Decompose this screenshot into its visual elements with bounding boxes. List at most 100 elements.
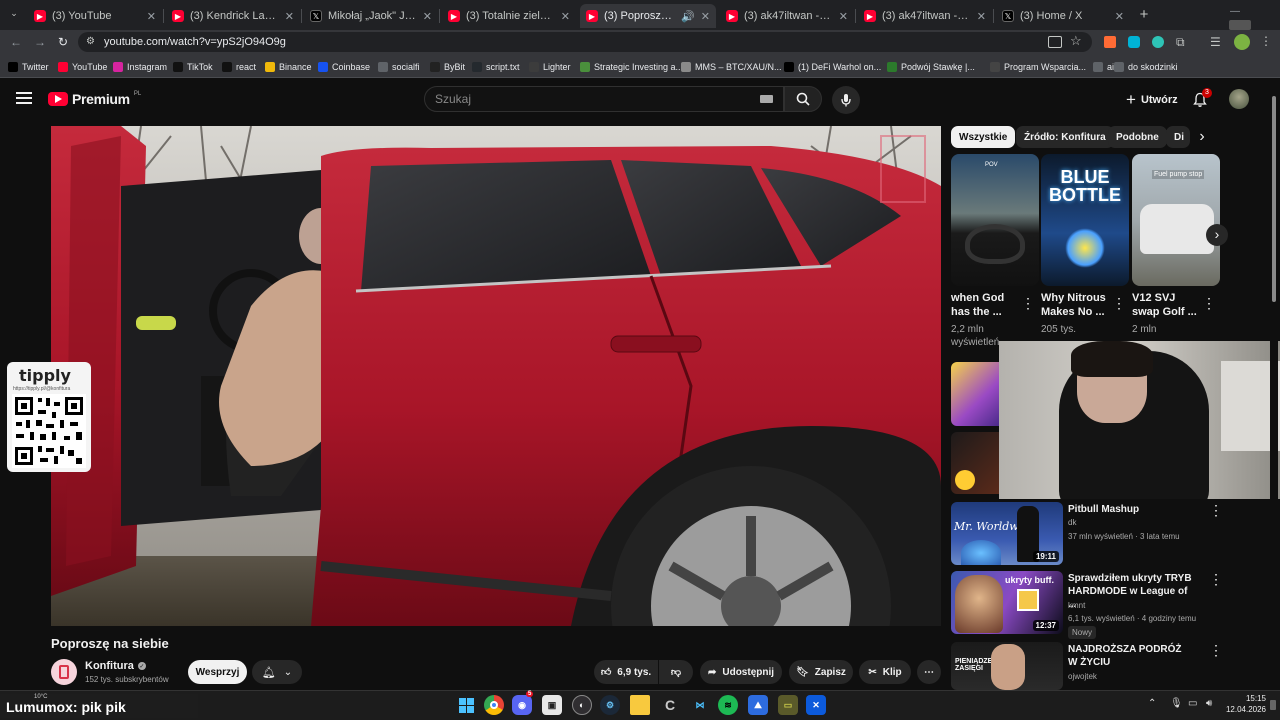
notification-center-icon[interactable] — [1270, 700, 1276, 710]
video-channel[interactable]: dk — [1068, 518, 1076, 527]
page-scrollbar[interactable] — [1270, 84, 1278, 688]
tab-ak47-youtube[interactable]: ▶ (3) ak47iltwan - YouTube ✕ — [720, 4, 854, 28]
search-input[interactable]: Szukaj — [424, 86, 784, 112]
video-menu-icon[interactable]: ⋮ — [1209, 503, 1223, 517]
video-thumbnail[interactable]: Mr. Worldwide 19:11 — [951, 502, 1063, 565]
like-button[interactable]: 👍︎ 6,9 tys. — [594, 660, 658, 684]
close-icon[interactable]: ✕ — [701, 10, 710, 23]
hamburger-menu-icon[interactable] — [16, 92, 32, 104]
tab-kursant[interactable]: ▶ (3) Totalnie zielony kursan ✕ — [442, 4, 576, 28]
short-menu-icon[interactable]: ⋮ — [1202, 296, 1216, 310]
bookmark-item[interactable]: Instagram — [113, 60, 167, 74]
close-icon[interactable]: ✕ — [423, 10, 432, 23]
video-thumbnail[interactable] — [951, 362, 999, 426]
channel-name[interactable]: Konfitura ✓ — [85, 660, 146, 672]
short-thumbnail[interactable]: POV — [951, 154, 1039, 286]
tab-ak47-gry[interactable]: ▶ (3) ak47iltwan - gry jeja l ✕ — [858, 4, 992, 28]
subscribe-notifications-button[interactable]: 🔔︎ ⌄ — [252, 660, 302, 684]
obs-icon[interactable]: ◐ — [572, 695, 592, 715]
bookmark-item[interactable]: do skodzinki — [1114, 60, 1178, 74]
network-app-icon[interactable]: ⋈ — [690, 695, 710, 715]
share-button[interactable]: ➦ Udostępnij — [700, 660, 782, 684]
video-title-link[interactable]: Pitbull Mashup — [1068, 503, 1198, 516]
app-icon[interactable]: ▣ — [542, 695, 562, 715]
menu-icon[interactable]: ⋮ — [1260, 34, 1272, 48]
tab-jaok[interactable]: 𝕏 Mikołaj „Jaok" Janusz ✕ — [304, 4, 438, 28]
chip-similar[interactable]: Podobne — [1108, 126, 1167, 148]
bookmark-item[interactable]: TikTok — [173, 60, 213, 74]
close-icon[interactable]: ✕ — [285, 10, 294, 23]
short-title[interactable]: when God has the ... — [951, 291, 1023, 319]
microphone-icon[interactable]: 🎙︎ — [1170, 698, 1183, 709]
short-menu-icon[interactable]: ⋮ — [1021, 296, 1035, 310]
short-thumbnail[interactable]: BLUE BOTTLE — [1041, 154, 1129, 286]
cursor-app-icon[interactable]: C — [660, 695, 680, 715]
spotify-icon[interactable]: ≋ — [718, 695, 738, 715]
tab-kendrick[interactable]: ▶ (3) Kendrick Lamar - King ✕ — [166, 4, 300, 28]
scrollbar-thumb[interactable] — [1272, 96, 1276, 302]
video-channel[interactable]: ojwojtek — [1068, 672, 1097, 681]
short-thumbnail[interactable]: Fuel pump stop — [1132, 154, 1220, 286]
chip-all[interactable]: Wszystkie — [951, 126, 1016, 148]
tab-poprosze-active[interactable]: ▶ (3) Poproszę na siebie 🔊 ✕ — [580, 4, 716, 28]
bookmark-item[interactable]: socialfi — [378, 60, 420, 74]
new-tab-button[interactable]: + — [1136, 6, 1152, 23]
file-explorer-icon[interactable] — [630, 695, 650, 715]
chip-source-konfitura[interactable]: Źródło: Konfitura — [1016, 126, 1114, 148]
support-button[interactable]: Wesprzyj — [188, 660, 247, 684]
reload-icon[interactable]: ↻ — [55, 34, 71, 50]
close-icon[interactable]: ✕ — [839, 10, 848, 23]
bookmark-item[interactable]: Binance — [265, 60, 312, 74]
speaker-icon[interactable]: 🔊 — [681, 10, 695, 23]
extension-icon[interactable] — [1152, 36, 1164, 48]
extension-icon[interactable] — [1104, 36, 1116, 48]
short-menu-icon[interactable]: ⋮ — [1112, 296, 1126, 310]
voice-search-button[interactable] — [832, 86, 860, 114]
video-channel[interactable]: kmnt — [1068, 601, 1085, 610]
terminal-app-icon[interactable]: ▭ — [778, 695, 798, 715]
tab-x-home[interactable]: 𝕏 (3) Home / X ✕ — [996, 4, 1130, 28]
chrome-icon[interactable] — [484, 695, 504, 715]
create-button[interactable]: + Utwórz — [1116, 88, 1188, 112]
extension-icon[interactable] — [1128, 36, 1140, 48]
close-icon[interactable]: ✕ — [977, 10, 986, 23]
video-thumbnail[interactable]: PIENIĄDZE ZASIĘGI — [951, 642, 1063, 690]
bookmark-item[interactable]: ai — [1093, 60, 1114, 74]
media-app-icon[interactable]: ⛰ — [748, 695, 768, 715]
bookmark-item[interactable]: script.txt — [472, 60, 520, 74]
notifications-button[interactable]: 3 — [1191, 88, 1212, 108]
windows-start-icon[interactable] — [456, 695, 476, 715]
steam-icon[interactable]: ⚙ — [600, 695, 620, 715]
bookmark-item[interactable]: MMS – BTC/XAU/N... — [681, 60, 782, 74]
bookmark-item[interactable]: Twitter — [8, 60, 49, 74]
save-button[interactable]: 🔖︎ Zapisz — [789, 660, 853, 684]
bookmark-item[interactable]: Program Wsparcia... — [990, 60, 1086, 74]
bookmark-item[interactable]: react — [222, 60, 256, 74]
bookmark-item[interactable]: Podwój Stawkę |... — [887, 60, 975, 74]
bookmark-item[interactable]: (1) DeFi Warhol on... — [784, 60, 881, 74]
forward-icon[interactable]: → — [32, 34, 48, 50]
volume-icon[interactable]: 🔊︎ — [1206, 698, 1212, 709]
channel-avatar[interactable] — [51, 659, 77, 685]
profile-avatar[interactable] — [1234, 34, 1250, 50]
bookmark-item[interactable]: Coinbase — [318, 60, 370, 74]
address-bar[interactable]: youtube.com/watch?v=ypS2jO94O9g — [78, 32, 1092, 52]
account-avatar[interactable] — [1229, 89, 1249, 109]
video-player[interactable] — [51, 126, 941, 626]
bookmark-item[interactable]: Strategic Investing a... — [580, 60, 683, 74]
network-icon[interactable]: ▭ — [1188, 698, 1197, 709]
site-info-icon[interactable]: ⚙ — [86, 36, 98, 48]
close-icon[interactable]: ✕ — [561, 10, 570, 23]
search-button[interactable] — [784, 86, 822, 112]
dislike-button[interactable]: 👎︎ — [659, 660, 693, 684]
video-thumbnail[interactable]: ukryty buff. 12:37 — [951, 571, 1063, 634]
video-title-link[interactable]: NAJDROŻSZA PODRÓŻ W ŻYCIU — [1068, 643, 1192, 669]
bookmark-star-icon[interactable]: ☆ — [1070, 33, 1082, 49]
close-icon[interactable]: ✕ — [1115, 10, 1124, 23]
video-title-link[interactable]: Sprawdziłem ukryty TRYB HARDMODE w Leagu… — [1068, 572, 1198, 611]
more-actions-button[interactable]: ⋯ — [917, 660, 941, 684]
chip-more[interactable]: Di — [1166, 126, 1190, 148]
clip-button[interactable]: ✂ Klip — [859, 660, 911, 684]
tray-chevron-icon[interactable]: ⌃ — [1148, 698, 1156, 709]
reading-list-icon[interactable]: ☰ — [1210, 35, 1221, 49]
